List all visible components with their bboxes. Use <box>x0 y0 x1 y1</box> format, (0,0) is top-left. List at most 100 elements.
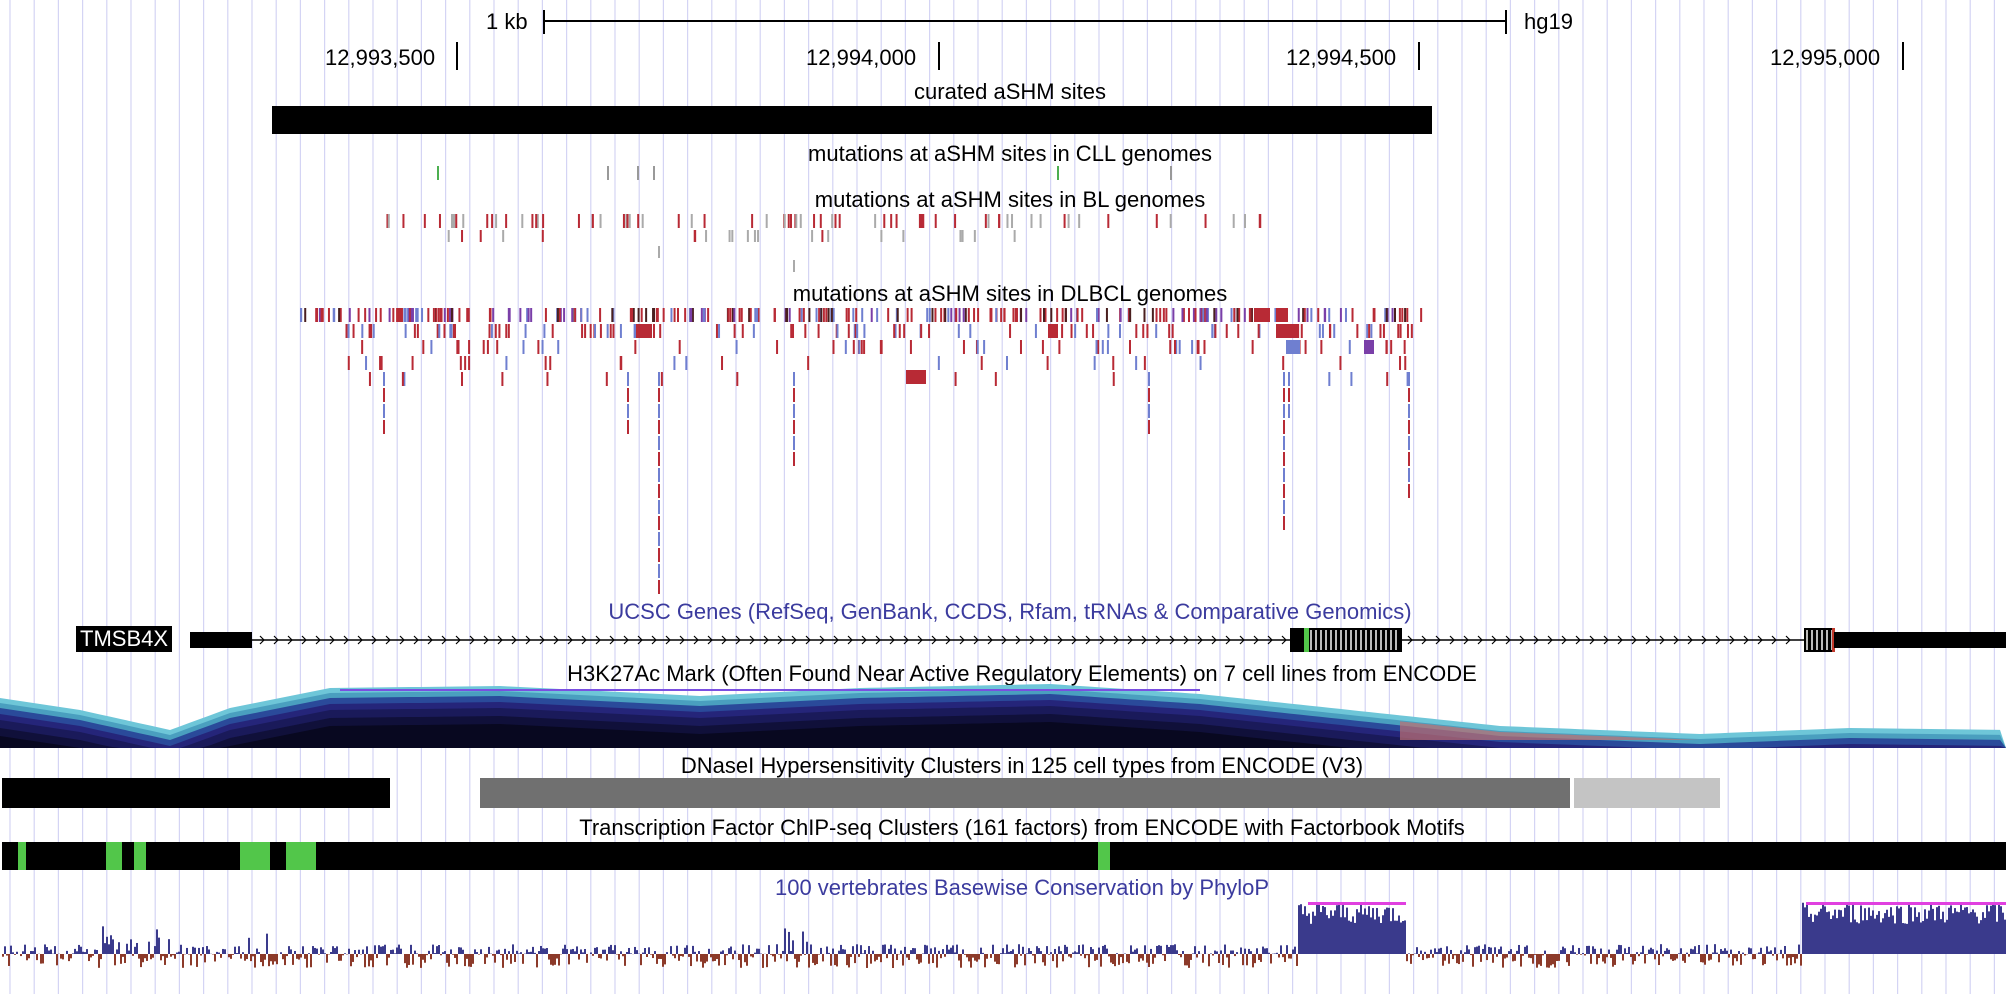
track-label-cll[interactable]: mutations at aSHM sites in CLL genomes <box>808 142 1212 166</box>
conservation-bar <box>776 944 778 954</box>
mutation-mark <box>1350 372 1353 386</box>
conservation-bar <box>768 945 770 954</box>
conservation-bar <box>22 951 24 954</box>
mutation-mark <box>1243 308 1246 322</box>
mutation-mark <box>1148 420 1150 434</box>
conservation-bar <box>136 942 138 954</box>
conservation-bar <box>240 954 242 959</box>
conservation-bar <box>162 954 164 957</box>
conservation-bar <box>250 954 252 962</box>
ruler-tick <box>1418 42 1420 70</box>
conservation-bar <box>1294 946 1296 954</box>
conservation-bar <box>558 954 560 966</box>
conservation-bar <box>96 950 98 954</box>
mutation-mark <box>1220 308 1223 322</box>
conservation-bar <box>1428 954 1430 958</box>
conservation-bar <box>570 949 572 954</box>
conservation-bar <box>1974 912 1976 954</box>
mutation-mark <box>1146 324 1149 338</box>
conservation-bar <box>828 952 830 954</box>
conservation-bar <box>1196 954 1198 958</box>
conservation-bar <box>1698 945 1700 954</box>
conservation-bar <box>8 954 10 966</box>
ruler-tick-label: 12,994,500 <box>1286 45 1397 70</box>
mutation-mark <box>807 356 810 370</box>
mutation-mark <box>607 166 609 180</box>
dnase-cluster[interactable] <box>480 778 1570 808</box>
gene-name-label[interactable]: TMSB4X <box>76 626 173 652</box>
ucsc-genes-track[interactable] <box>0 624 2006 656</box>
conservation-bar <box>444 951 446 954</box>
mutation-mark <box>1013 230 1016 242</box>
mutation-mark <box>468 356 471 370</box>
mutation-mark <box>464 356 467 370</box>
conservation-bar <box>1508 951 1510 954</box>
track-label-dnase[interactable]: DNaseI Hypersensitivity Clusters in 125 … <box>681 754 1363 778</box>
conservation-bar <box>1346 907 1348 954</box>
dnase-cluster[interactable] <box>1574 778 1720 808</box>
mutation-mark <box>926 308 929 322</box>
track-label-dlbcl[interactable]: mutations at aSHM sites in DLBCL genomes <box>793 282 1228 306</box>
conservation-bar <box>1326 915 1328 954</box>
mutation-mark <box>821 230 824 242</box>
conservation-bar <box>1422 954 1424 961</box>
track-label-tfbs[interactable]: Transcription Factor ChIP-seq Clusters (… <box>579 816 1465 840</box>
mutation-mark <box>450 308 453 322</box>
mutation-mark <box>825 308 828 322</box>
mutation-mark <box>505 324 508 338</box>
conservation-bar <box>1462 954 1464 962</box>
conservation-bar <box>1198 951 1200 954</box>
conservation-bar <box>266 933 268 954</box>
conservation-bar <box>1714 944 1716 954</box>
tfbs-track[interactable] <box>0 840 2006 872</box>
mutation-mark <box>733 324 736 338</box>
mutation-mark <box>733 308 736 322</box>
conservation-bar <box>262 954 264 967</box>
track-label-phylop[interactable]: 100 vertebrates Basewise Conservation by… <box>775 876 1269 900</box>
conservation-bar <box>438 945 440 954</box>
conservation-bar <box>442 952 444 954</box>
conservation-bar <box>1182 951 1184 954</box>
conservation-bar <box>532 946 534 954</box>
bl-mutations-track[interactable] <box>0 212 2006 276</box>
conservation-bar <box>392 949 394 954</box>
conservation-bar <box>690 954 692 967</box>
dlbcl-mutations-track[interactable] <box>0 304 2006 594</box>
track-label-curated-ashm[interactable]: curated aSHM sites <box>914 80 1106 104</box>
conservation-bar <box>1938 905 1940 954</box>
conservation-bar <box>976 954 978 962</box>
mutation-mark <box>691 308 694 322</box>
conservation-bar <box>778 954 780 955</box>
conservation-bar <box>228 954 230 958</box>
track-label-bl[interactable]: mutations at aSHM sites in BL genomes <box>815 188 1205 212</box>
conservation-bar <box>822 954 824 962</box>
curated-ashm-feature[interactable] <box>272 106 1432 134</box>
conservation-bar <box>1504 954 1506 959</box>
conservation-bar <box>1130 945 1132 954</box>
mutation-mark <box>611 308 614 322</box>
conservation-bar <box>88 954 90 962</box>
conservation-bar <box>990 954 992 958</box>
conservation-bar <box>474 949 476 954</box>
conservation-bar <box>826 946 828 954</box>
conservation-bar <box>836 954 838 967</box>
track-label-ucsc-genes[interactable]: UCSC Genes (RefSeq, GenBank, CCDS, Rfam,… <box>608 600 1411 624</box>
h3k27ac-track[interactable] <box>0 680 2006 748</box>
conservation-bar <box>674 954 676 959</box>
cll-mutations-track[interactable] <box>0 164 2006 184</box>
mutation-mark <box>605 372 608 386</box>
mutation-mark <box>467 308 470 322</box>
conservation-bar <box>1844 907 1846 954</box>
conservation-bar <box>1298 905 1300 954</box>
mutation-mark <box>656 308 659 322</box>
mutation-mark <box>874 214 877 228</box>
conservation-bar <box>1392 908 1394 954</box>
scale-bar <box>543 10 1507 34</box>
mutation-mark <box>495 214 498 228</box>
dnase-cluster[interactable] <box>2 778 390 808</box>
mutation-mark <box>1288 404 1290 418</box>
conservation-bar <box>1390 921 1392 954</box>
mutation-mark <box>677 214 680 228</box>
phylop-track[interactable] <box>0 898 2006 994</box>
mutation-mark <box>827 308 830 322</box>
